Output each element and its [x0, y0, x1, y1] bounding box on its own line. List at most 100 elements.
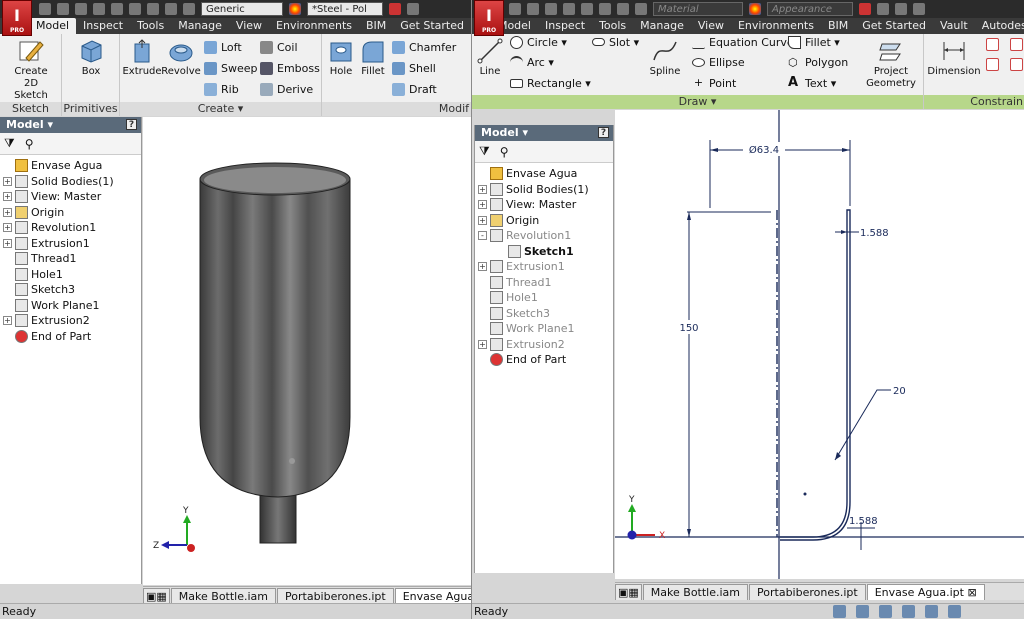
browser-node[interactable]: Thread1 — [0, 251, 141, 267]
rectangle-button[interactable]: Rectangle ▾ — [510, 75, 591, 91]
expand-toggle-icon[interactable]: + — [3, 207, 12, 217]
appearance-icon[interactable] — [859, 3, 871, 15]
adjust-icon[interactable] — [407, 3, 419, 15]
color-wheel-icon[interactable] — [749, 3, 761, 15]
appearance-icon[interactable] — [389, 3, 401, 15]
select-icon[interactable] — [635, 3, 647, 15]
radius-dimension-text[interactable]: 20 — [893, 386, 906, 397]
new-icon[interactable] — [39, 3, 51, 15]
loft-button[interactable]: Loft — [204, 39, 242, 55]
open-icon[interactable] — [57, 3, 69, 15]
fillet-sketch-button[interactable]: Fillet ▾ — [788, 34, 840, 50]
browser-header[interactable]: Model ▾? — [0, 117, 141, 133]
browser-node[interactable]: + Extrusion2 — [475, 337, 613, 353]
draft-button[interactable]: Draft — [392, 81, 437, 97]
expand-toggle-icon[interactable]: + — [478, 262, 487, 272]
measure-icon[interactable] — [913, 3, 925, 15]
browser-node[interactable]: Hole1 — [475, 290, 613, 306]
browser-node[interactable]: Hole1 — [0, 267, 141, 283]
concentric-constraint-icon[interactable] — [1010, 38, 1023, 51]
shell-button[interactable]: Shell — [392, 60, 436, 76]
print-icon[interactable] — [129, 3, 141, 15]
doc-tab-make-bottle[interactable]: Make Bottle.iam — [642, 583, 749, 600]
find-binoculars-icon[interactable]: ⚲ — [500, 145, 509, 159]
bottle-profile-path[interactable] — [780, 209, 851, 541]
browser-node[interactable]: - Revolution1 — [475, 228, 613, 244]
expand-toggle-icon[interactable]: + — [3, 176, 12, 186]
browser-node[interactable]: + Solid Bodies(1) — [0, 174, 141, 190]
style-dropdown[interactable]: Generic — [201, 2, 283, 16]
redo-icon[interactable] — [111, 3, 123, 15]
select-icon[interactable] — [165, 3, 177, 15]
project-geometry-button[interactable]: Project Geometry — [864, 38, 918, 90]
sketch-center-point[interactable] — [803, 492, 807, 496]
tab-view[interactable]: View — [691, 18, 731, 34]
emboss-button[interactable]: Emboss — [260, 60, 320, 76]
tile-windows-icon[interactable]: ▣▦ — [615, 583, 642, 600]
bottom-thickness-dimension-text[interactable]: 1.588 — [849, 516, 878, 527]
text-button[interactable]: A Text ▾ — [788, 75, 836, 91]
new-icon[interactable] — [509, 3, 521, 15]
browser-node[interactable]: + View: Master — [0, 189, 141, 205]
browser-node[interactable]: End of Part — [475, 352, 613, 368]
browser-node[interactable]: + Solid Bodies(1) — [475, 182, 613, 198]
close-tab-icon[interactable]: ⊠ — [967, 586, 976, 599]
browser-node[interactable]: + View: Master — [475, 197, 613, 213]
coincident-constraint-icon[interactable] — [986, 38, 999, 51]
tab-inspect[interactable]: Inspect — [76, 18, 130, 34]
tile-windows-icon[interactable]: ▣▦ — [143, 587, 170, 604]
update-icon[interactable] — [617, 3, 629, 15]
tab-tools[interactable]: Tools — [130, 18, 171, 34]
browser-node[interactable]: Work Plane1 — [475, 321, 613, 337]
doc-tab-envase-agua[interactable]: Envase Agua.ipt ⊠ — [866, 583, 985, 600]
bottle-3d-model[interactable]: Y Z — [143, 117, 471, 585]
create-panel-label[interactable]: Create ▾ — [120, 102, 321, 116]
sketch-profile[interactable]: Ø63.4 150 1.588 20 1.588 Y X — [615, 110, 1024, 579]
material-dropdown[interactable]: *Steel - Pol — [307, 2, 383, 16]
browser-node[interactable]: + Extrusion1 — [475, 259, 613, 275]
tab-bim[interactable]: BIM — [359, 18, 393, 34]
save-icon[interactable] — [75, 3, 87, 15]
filter-icon[interactable]: ⧩ — [4, 136, 15, 151]
tab-manage[interactable]: Manage — [171, 18, 229, 34]
revolve-button[interactable]: Revolve — [161, 38, 201, 78]
browser-node[interactable]: + Origin — [475, 213, 613, 229]
doc-tab-portabiberones[interactable]: Portabiberones.ipt — [277, 587, 394, 604]
expand-toggle-icon[interactable]: + — [3, 316, 12, 326]
browser-node[interactable]: + Extrusion1 — [0, 236, 141, 252]
chamfer-button[interactable]: Chamfer — [392, 39, 456, 55]
doc-tab-portabiberones[interactable]: Portabiberones.ipt — [749, 583, 866, 600]
undo-icon[interactable] — [93, 3, 105, 15]
fix-constraint-icon[interactable] — [1010, 58, 1023, 71]
globe-icon[interactable] — [183, 3, 195, 15]
tab-environments[interactable]: Environments — [731, 18, 821, 34]
slot-button[interactable]: Slot ▾ — [592, 34, 639, 50]
help-icon[interactable]: ? — [126, 119, 137, 130]
height-dimension-text[interactable]: 150 — [679, 323, 698, 334]
polygon-button[interactable]: ⬡ Polygon — [788, 54, 848, 70]
hole-button[interactable]: Hole — [326, 38, 356, 78]
find-binoculars-icon[interactable]: ⚲ — [25, 137, 34, 151]
grid-snap-icon[interactable] — [833, 605, 846, 618]
expand-toggle-icon[interactable]: + — [3, 192, 12, 202]
inventor-app-button[interactable]: I PRO — [2, 0, 32, 36]
arc-button[interactable]: Arc ▾ — [510, 54, 554, 70]
expand-toggle-icon[interactable]: + — [3, 238, 12, 248]
ellipse-button[interactable]: Ellipse — [692, 54, 745, 70]
expand-toggle-icon[interactable]: + — [478, 200, 487, 210]
tab-inspect[interactable]: Inspect — [538, 18, 592, 34]
browser-node[interactable]: Sketch3 — [0, 282, 141, 298]
diameter-dimension-text[interactable]: Ø63.4 — [749, 144, 779, 156]
open-icon[interactable] — [527, 3, 539, 15]
inventor-app-button[interactable]: I PRO — [474, 0, 504, 36]
expand-toggle-icon[interactable]: + — [478, 215, 487, 225]
tab-get-started[interactable]: Get Started — [855, 18, 933, 34]
browser-header[interactable]: Model ▾? — [475, 125, 613, 141]
tab-environments[interactable]: Environments — [269, 18, 359, 34]
expand-toggle-icon[interactable]: + — [3, 223, 12, 233]
color-wheel-icon[interactable] — [289, 3, 301, 15]
browser-node[interactable]: End of Part — [0, 329, 141, 345]
circle-button[interactable]: Circle ▾ — [510, 34, 567, 50]
help-icon[interactable]: ? — [598, 127, 609, 138]
browser-node[interactable]: Envase Agua — [475, 166, 613, 182]
